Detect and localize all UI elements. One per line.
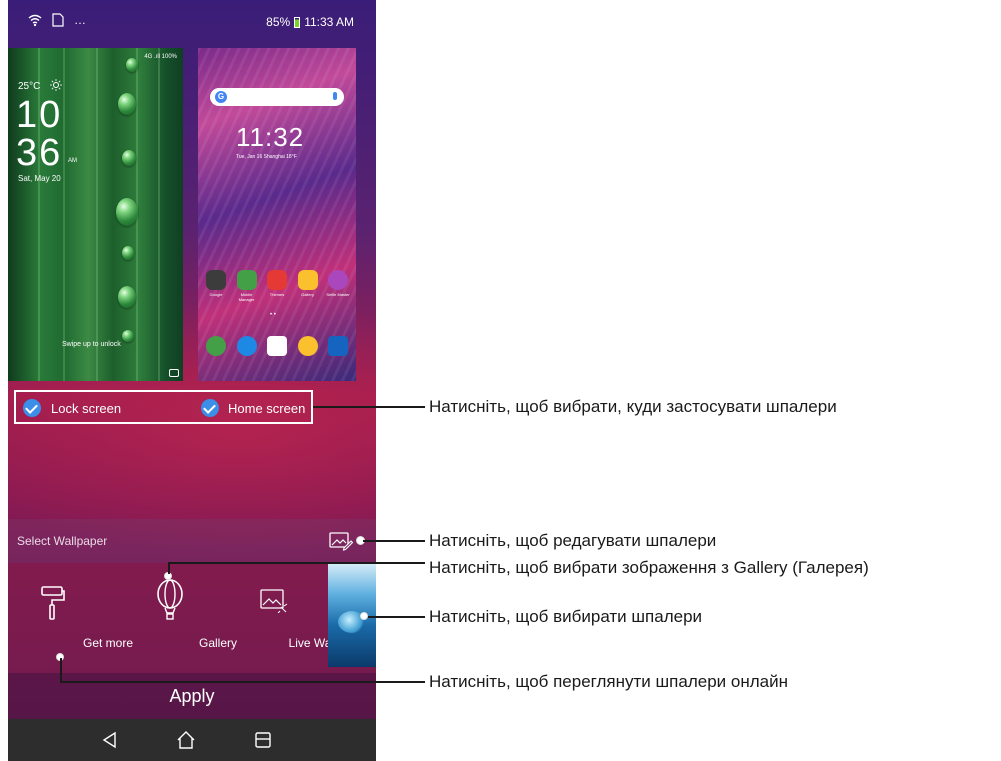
app-label: Mobile Manager (238, 292, 255, 302)
app-label: Gallery (301, 292, 314, 297)
play-store-icon (267, 336, 287, 356)
wifi-icon (28, 14, 42, 27)
camera-icon (169, 369, 179, 377)
home-screen-checkbox[interactable] (201, 399, 219, 417)
thumbnail-marker-dot (360, 612, 368, 620)
messages-app-icon (236, 336, 257, 356)
battery-icon (294, 16, 301, 28)
callout-online: Натисніть, щоб переглянути шпалери онлай… (429, 672, 788, 691)
lock-clock-minute: 36 (16, 132, 63, 174)
lock-screen-label[interactable]: Lock screen (51, 401, 121, 416)
app-icon: Gallery (297, 270, 318, 297)
app-icon: Mobile Manager (236, 270, 257, 302)
status-time: 11:33 AM (304, 15, 354, 29)
navigation-bar (8, 719, 376, 761)
live-wallpaper-button[interactable]: Live Wallpaper (218, 563, 367, 673)
home-screen-preview[interactable]: G 11:32 Tue, Jan 16 Shanghai 18°F Google… (198, 48, 356, 381)
app-icon: Google (206, 270, 226, 297)
leader-line-edit (363, 540, 425, 542)
paint-roller-icon (41, 586, 65, 620)
sim-card-icon (52, 13, 64, 27)
water-drop (122, 150, 136, 166)
leader-line-online-h (60, 681, 425, 683)
wallpaper-thumbnail[interactable] (328, 563, 376, 667)
recent-apps-icon[interactable] (242, 719, 282, 761)
weather-temperature: 25°C (18, 81, 41, 92)
leaf-texture (63, 48, 65, 381)
live-wallpaper-icon (260, 589, 288, 613)
page-indicator: • • (270, 312, 276, 318)
home-date: Tue, Jan 16 Shanghai 18°F (236, 154, 297, 160)
google-search-bar: G (210, 88, 344, 106)
callout-gallery: Натисніть, щоб вибрати зображення з Gall… (429, 558, 869, 577)
home-clock: 11:32 (236, 122, 305, 152)
edit-wallpaper-icon[interactable] (329, 531, 353, 551)
back-icon[interactable] (90, 719, 130, 761)
leaf-texture (158, 48, 160, 381)
lock-clock-hour: 10 (16, 94, 63, 136)
apply-target-selector: Lock screen Home screen (14, 390, 313, 424)
home-icon[interactable] (166, 719, 206, 761)
water-drop (126, 58, 138, 72)
leader-line-gallery-v (168, 562, 170, 574)
callout-edit: Натисніть, щоб редагувати шпалери (429, 531, 717, 550)
app-row-1: Google Mobile Manager Themes Gallery Sel… (206, 270, 350, 302)
leader-line-choose (368, 616, 425, 618)
leaf-texture (96, 48, 98, 381)
select-wallpaper-title: Select Wallpaper (17, 534, 108, 548)
callout-select-target: Натисніть, щоб вибрати, куди застосувати… (429, 397, 837, 416)
sun-icon (50, 79, 62, 91)
status-bar: … 85% 11:33 AM (8, 0, 376, 44)
more-icon: … (74, 13, 87, 27)
water-drop (118, 286, 136, 308)
camera-app-icon (328, 336, 348, 356)
chrome-icon (297, 336, 318, 356)
water-drop (122, 330, 134, 342)
callout-choose: Натисніть, щоб вибирати шпалери (429, 607, 703, 626)
battery-percent: 85% (266, 15, 291, 29)
app-icon: Selfie Master (326, 270, 350, 297)
phone-app-icon (206, 336, 226, 356)
select-wallpaper-bar: Select Wallpaper (8, 519, 376, 563)
app-label: Google (209, 292, 223, 297)
app-label: Selfie Master (326, 292, 350, 297)
app-icon: Themes (267, 270, 287, 297)
leader-line-gallery-h (168, 562, 425, 564)
google-icon: G (215, 91, 227, 103)
mic-icon (333, 92, 337, 100)
water-drop (116, 198, 138, 226)
lock-screen-preview[interactable]: 4G .ıll 100% 25°C 10 36 AM Sat, May 20 S… (8, 48, 183, 381)
swipe-hint: Swipe up to unlock (62, 341, 121, 348)
phone-screen: … 85% 11:33 AM 4G .ıll 100% 25°C 10 36 A… (8, 0, 376, 761)
leader-line-online-v (60, 658, 62, 682)
leader-line-select-target (313, 406, 425, 408)
signal-indicator: 4G .ıll 100% (144, 54, 177, 60)
water-drop (122, 246, 134, 260)
home-screen-label[interactable]: Home screen (228, 401, 305, 416)
app-row-2 (206, 336, 348, 356)
lock-clock-ampm: AM (68, 158, 77, 164)
app-label: Themes (269, 292, 285, 297)
lock-screen-checkbox[interactable] (23, 399, 41, 417)
lock-date: Sat, May 20 (18, 174, 61, 183)
apply-button[interactable]: Apply (8, 673, 376, 719)
water-drop (118, 93, 136, 115)
balloon-icon (157, 579, 183, 620)
